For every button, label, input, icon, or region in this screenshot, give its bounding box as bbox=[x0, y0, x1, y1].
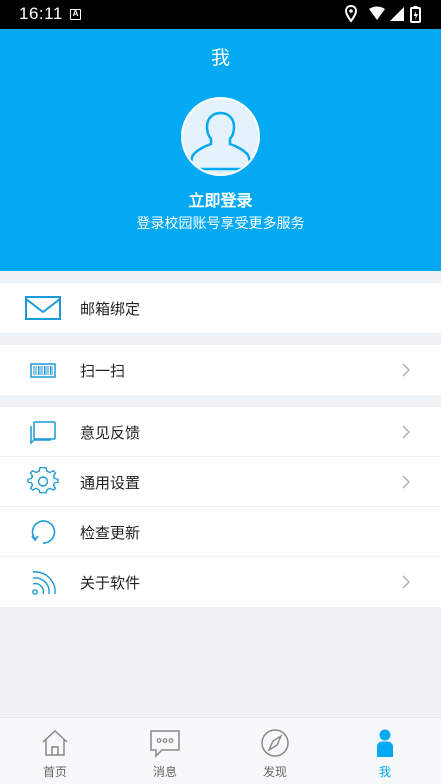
gear-icon bbox=[25, 466, 61, 498]
menu-group-email: 邮箱绑定 bbox=[0, 283, 441, 333]
tab-discover[interactable]: 发现 bbox=[220, 718, 330, 784]
barcode-icon bbox=[25, 354, 61, 386]
status-icons bbox=[345, 5, 429, 23]
menu-group-settings: 意见反馈 通用设置 检查更新 关于软件 bbox=[0, 407, 441, 607]
compass-icon bbox=[261, 729, 289, 757]
menu-item-email-bind[interactable]: 邮箱绑定 bbox=[0, 283, 441, 333]
status-bar: 16:11 A bbox=[0, 0, 441, 29]
menu-item-feedback[interactable]: 意见反馈 bbox=[0, 407, 441, 457]
wifi-icon bbox=[369, 6, 385, 20]
avatar[interactable] bbox=[181, 97, 260, 176]
tab-home[interactable]: 首页 bbox=[0, 718, 110, 784]
menu-item-about[interactable]: 关于软件 bbox=[0, 557, 441, 607]
envelope-icon bbox=[25, 292, 61, 324]
chevron-right-icon bbox=[402, 575, 411, 589]
login-button[interactable]: 立即登录 bbox=[0, 187, 441, 211]
home-icon bbox=[42, 729, 68, 756]
menu-item-settings[interactable]: 通用设置 bbox=[0, 457, 441, 507]
page-title: 我 bbox=[210, 47, 230, 69]
chevron-right-icon bbox=[402, 363, 411, 377]
menu-label: 检查更新 bbox=[80, 524, 141, 542]
chevron-right-icon bbox=[402, 425, 411, 439]
menu-item-scan[interactable]: 扫一扫 bbox=[0, 345, 441, 395]
tab-label: 发现 bbox=[262, 765, 287, 779]
feedback-icon bbox=[25, 416, 61, 448]
menu-item-check-update[interactable]: 检查更新 bbox=[0, 507, 441, 557]
menu-label: 意见反馈 bbox=[80, 424, 141, 442]
menu-label: 邮箱绑定 bbox=[80, 300, 141, 318]
notification-a-icon: A bbox=[70, 9, 81, 20]
signal-icon bbox=[390, 7, 404, 21]
message-icon bbox=[150, 730, 180, 758]
tab-label: 消息 bbox=[152, 765, 177, 779]
tab-label: 我 bbox=[378, 765, 391, 779]
bottom-tab-bar: 首页 消息 发现 我 bbox=[0, 717, 441, 784]
menu-label: 关于软件 bbox=[80, 574, 141, 592]
status-time: 16:11 bbox=[19, 4, 63, 23]
menu-label: 通用设置 bbox=[80, 474, 141, 492]
refresh-icon bbox=[25, 516, 61, 548]
tab-me[interactable]: 我 bbox=[330, 718, 440, 784]
profile-header: 我 立即登录 登录校园账号享受更多服务 bbox=[0, 29, 441, 271]
tab-messages[interactable]: 消息 bbox=[110, 718, 220, 784]
location-icon bbox=[345, 5, 358, 23]
menu-group-scan: 扫一扫 bbox=[0, 345, 441, 395]
battery-icon bbox=[410, 6, 421, 23]
person-icon bbox=[377, 729, 393, 757]
menu-label: 扫一扫 bbox=[80, 362, 126, 380]
tab-label: 首页 bbox=[42, 765, 67, 779]
signal-waves-icon bbox=[25, 566, 61, 598]
chevron-right-icon bbox=[402, 475, 411, 489]
login-subtitle: 登录校园账号享受更多服务 bbox=[136, 216, 305, 232]
default-avatar-icon bbox=[189, 111, 252, 171]
